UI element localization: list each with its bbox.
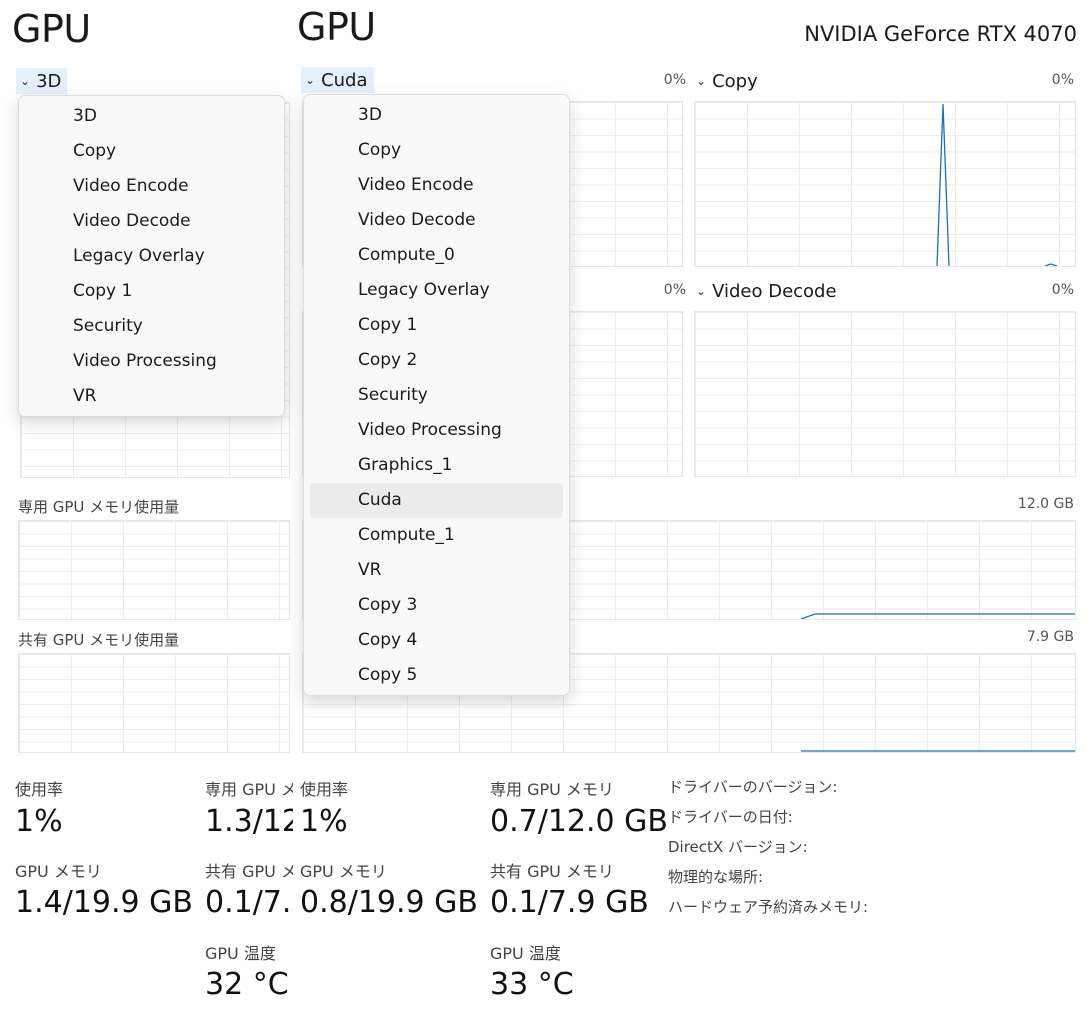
- right-dropdown-item-copy-5[interactable]: Copy 5: [304, 658, 569, 693]
- left-dropdown-item-video-encode[interactable]: Video Encode: [19, 169, 284, 204]
- right-gpu-memory-value: 0.8/19.9 GB: [300, 885, 478, 920]
- engine-3-percent: 0%: [663, 282, 686, 298]
- physical-location-label: 物理的な場所:: [668, 868, 764, 886]
- right-dropdown-item-copy-4[interactable]: Copy 4: [304, 623, 569, 658]
- gpu-model-name: NVIDIA GeForce RTX 4070: [804, 22, 1077, 46]
- right-dropdown-item-vr[interactable]: VR: [304, 553, 569, 588]
- engine-cuda-percent: 0%: [663, 72, 686, 88]
- right-shared-memory-max: 7.9 GB: [1026, 629, 1074, 645]
- right-dropdown-item-video-processing[interactable]: Video Processing: [304, 413, 569, 448]
- right-dedicated-label: 専用 GPU メモリ: [490, 780, 614, 799]
- left-dropdown-item-3d[interactable]: 3D: [19, 99, 284, 134]
- right-dropdown-item-cuda[interactable]: Cuda: [310, 483, 563, 518]
- left-engine-selector[interactable]: ⌄ 3D: [16, 68, 68, 94]
- right-dropdown-item-video-decode[interactable]: Video Decode: [304, 203, 569, 238]
- engine-video-decode-percent: 0%: [1051, 282, 1074, 298]
- engine-copy-label: Copy: [712, 70, 758, 92]
- left-dropdown-item-vr[interactable]: VR: [19, 379, 284, 414]
- right-gpu-memory-label: GPU メモリ: [300, 862, 387, 881]
- left-dedicated-label: 専用 GPU メ: [205, 780, 293, 799]
- right-shared-label: 共有 GPU メモリ: [490, 862, 614, 881]
- left-dropdown-item-security[interactable]: Security: [19, 309, 284, 344]
- engine-copy-usage-line: [936, 103, 1058, 266]
- right-dedicated-value: 0.7/12.0 GB: [490, 804, 668, 839]
- left-gpu-memory-value: 1.4/19.9 GB: [15, 885, 193, 920]
- right-engine-selector-label: Cuda: [321, 69, 368, 91]
- left-gpu-title: GPU: [12, 7, 91, 51]
- hardware-reserved-memory-label: ハードウェア予約済みメモリ:: [668, 898, 869, 916]
- left-gpu-memory-label: GPU メモリ: [15, 862, 102, 881]
- right-dropdown-item-copy[interactable]: Copy: [304, 133, 569, 168]
- engine-copy-percent: 0%: [1051, 72, 1074, 88]
- right-dropdown-item-compute-1[interactable]: Compute_1: [304, 518, 569, 553]
- driver-date-label: ドライバーの日付:: [668, 808, 793, 826]
- right-engine-dropdown: 3D Copy Video Encode Video Decode Comput…: [303, 94, 570, 696]
- left-dropdown-item-copy-1[interactable]: Copy 1: [19, 274, 284, 309]
- right-temp-label: GPU 温度: [490, 944, 561, 963]
- engine-copy-selector[interactable]: ⌄ Copy: [692, 68, 758, 94]
- right-dropdown-item-legacy-overlay[interactable]: Legacy Overlay: [304, 273, 569, 308]
- engine-video-decode-label: Video Decode: [712, 280, 837, 302]
- left-shared-memory-graph: [18, 653, 290, 753]
- left-shared-value: 0.1/7.9 GB: [205, 885, 293, 920]
- left-utilization-value: 1%: [15, 804, 63, 839]
- right-shared-value: 0.1/7.9 GB: [490, 885, 649, 920]
- left-dropdown-item-legacy-overlay[interactable]: Legacy Overlay: [19, 239, 284, 274]
- left-dropdown-item-video-decode[interactable]: Video Decode: [19, 204, 284, 239]
- left-dropdown-item-copy[interactable]: Copy: [19, 134, 284, 169]
- chevron-down-icon: ⌄: [20, 74, 31, 88]
- directx-version-label: DirectX バージョン:: [668, 838, 808, 856]
- right-utilization-value: 1%: [300, 804, 348, 839]
- right-dedicated-memory-max: 12.0 GB: [1017, 496, 1074, 512]
- right-dropdown-item-compute-0[interactable]: Compute_0: [304, 238, 569, 273]
- right-dropdown-item-3d[interactable]: 3D: [304, 98, 569, 133]
- engine-copy-graph: [694, 101, 1076, 267]
- left-temp-label: GPU 温度: [205, 944, 276, 963]
- engine-video-decode-selector[interactable]: ⌄ Video Decode: [692, 278, 837, 304]
- right-utilization-label: 使用率: [300, 780, 349, 799]
- left-dedicated-value: 1.3/12.0 GB: [205, 804, 293, 839]
- right-dropdown-item-graphics-1[interactable]: Graphics_1: [304, 448, 569, 483]
- left-dropdown-item-video-processing[interactable]: Video Processing: [19, 344, 284, 379]
- left-utilization-label: 使用率: [15, 780, 64, 799]
- left-shared-memory-label: 共有 GPU メモリ使用量: [18, 631, 180, 649]
- driver-version-label: ドライバーのバージョン:: [668, 778, 838, 796]
- right-temp-value: 33 °C: [490, 967, 574, 1002]
- engine-video-decode-graph: [694, 311, 1076, 477]
- left-engine-selector-label: 3D: [36, 70, 62, 92]
- left-dedicated-memory-label: 専用 GPU メモリ使用量: [18, 498, 180, 516]
- right-engine-selector[interactable]: ⌄ Cuda: [301, 67, 374, 93]
- right-dropdown-item-security[interactable]: Security: [304, 378, 569, 413]
- left-shared-label: 共有 GPU メ: [205, 862, 293, 881]
- right-dropdown-item-copy-1[interactable]: Copy 1: [304, 308, 569, 343]
- right-dropdown-item-video-encode[interactable]: Video Encode: [304, 168, 569, 203]
- right-gpu-title: GPU: [297, 5, 376, 49]
- left-temp-value: 32 °C: [205, 967, 289, 1002]
- chevron-down-icon: ⌄: [696, 284, 707, 298]
- right-dropdown-item-copy-2[interactable]: Copy 2: [304, 343, 569, 378]
- chevron-down-icon: ⌄: [305, 73, 316, 87]
- left-engine-dropdown: 3D Copy Video Encode Video Decode Legacy…: [18, 95, 285, 417]
- right-dropdown-item-copy-3[interactable]: Copy 3: [304, 588, 569, 623]
- chevron-down-icon: ⌄: [696, 74, 707, 88]
- left-dedicated-memory-graph: [18, 520, 290, 620]
